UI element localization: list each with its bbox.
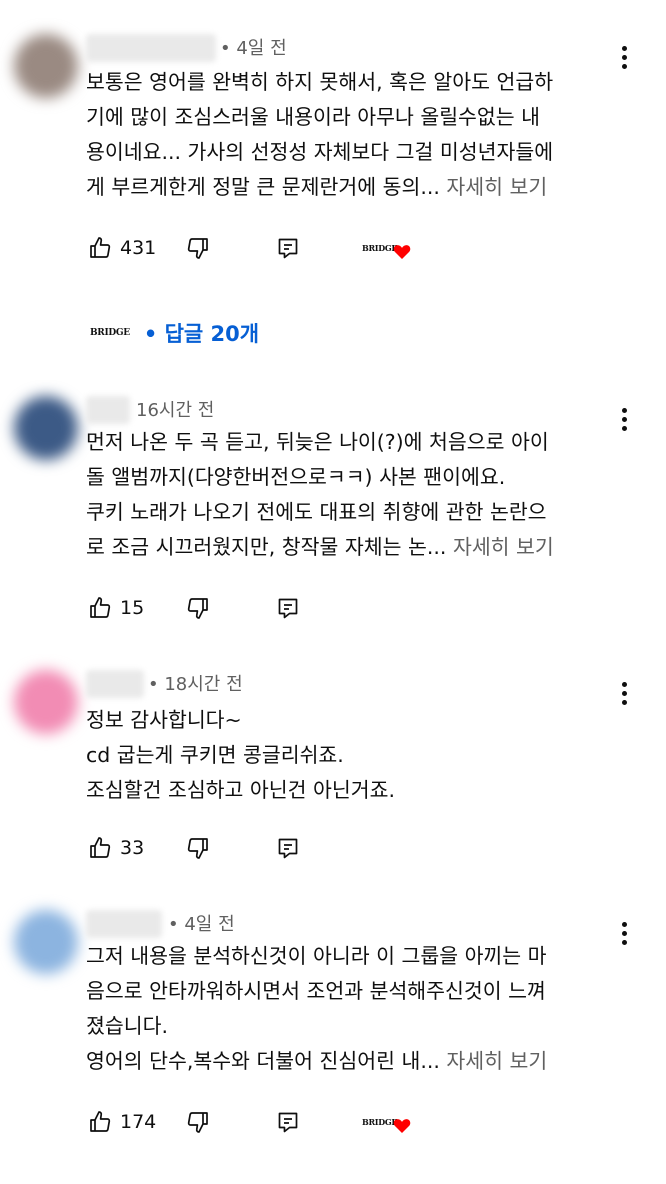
comment-time: • 18시간 전 [148,674,243,695]
dislike-button[interactable] [186,832,210,864]
creator-heart: BRIDGE [362,1106,411,1138]
like-button[interactable]: 174 [88,1106,156,1138]
comment-time: • 4일 전 [220,38,287,59]
view-replies-button[interactable]: BRIDGE • 답글 20개 [90,318,259,348]
read-more-link[interactable]: 자세히 보기 [453,535,554,559]
comment-line: 게 부르게한게 정말 큰 문제란거에 동의... [86,175,440,199]
like-count: 33 [120,837,145,859]
comment-line: 돌 앨범까지(다양한버전으로ㅋㅋ) 사본 팬이에요. [86,465,506,489]
comment-line: 영어의 단수,복수와 더불어 진심어린 내... [86,1049,440,1073]
comment-line: 졌습니다. [86,1014,168,1038]
avatar[interactable] [14,670,78,734]
comment-line: 먼저 나온 두 곡 듣고, 뒤늦은 나이(?)에 처음으로 아이 [86,430,549,454]
author-name-blurred[interactable] [86,34,216,62]
like-count: 15 [120,597,145,619]
heart-icon [393,1118,411,1133]
heart-icon [393,244,411,259]
thumb-down-icon [187,598,208,619]
comment-line: 로 조금 시끄러웠지만, 창작물 자체는 논... [86,535,447,559]
like-count: 431 [120,237,157,259]
like-button[interactable]: 33 [88,832,144,864]
avatar[interactable] [14,910,78,974]
comment-line: 음으로 안타까워하시면서 조언과 분석해주신것이 느껴 [86,979,546,1003]
comment-actions: 15 [86,592,486,624]
reply-comment-icon [278,598,298,619]
replies-label: • 답글 20개 [143,322,260,346]
read-more-link[interactable]: 자세히 보기 [446,1049,547,1073]
dislike-button[interactable] [186,1106,210,1138]
thumb-up-icon [90,837,111,858]
reply-button[interactable] [276,1106,300,1138]
comment-actions: 33 [86,832,486,864]
reply-button[interactable] [276,592,300,624]
comment-line: 쿠키 노래가 나오기 전에도 대표의 취향에 관한 논란으 [86,500,547,524]
comment-line: 용이네요... 가사의 선정성 자체보다 그걸 미성년자들에 [86,140,554,164]
read-more-link[interactable]: 자세히 보기 [446,175,547,199]
thumb-down-icon [187,238,208,259]
comment-text: 정보 감사합니다~ cd 굽는게 쿠키면 콩글리쉬죠. 조심할건 조심하고 아닌… [86,703,626,808]
dislike-button[interactable] [186,592,210,624]
comment-line: 기에 많이 조심스러울 내용이라 아무나 올릴수없는 내 [86,105,541,129]
channel-logo: BRIDGE [362,242,398,253]
author-name-blurred[interactable] [86,396,130,424]
comment-actions: 431 BRIDGE [86,232,486,264]
thumb-down-icon [187,1112,208,1133]
author-name-blurred[interactable] [86,670,144,698]
comment-line: 보통은 영어를 완벽히 하지 못해서, 혹은 알아도 언급하 [86,70,554,94]
creator-heart: BRIDGE [362,232,411,264]
reply-comment-icon [278,238,298,259]
thumb-up-icon [90,597,111,618]
comment-actions: 174 BRIDGE [86,1106,486,1138]
thumb-down-icon [187,838,208,859]
reply-button[interactable] [276,832,300,864]
like-button[interactable]: 431 [88,232,156,264]
comment-line: 정보 감사합니다~ [86,708,242,732]
dislike-button[interactable] [186,232,210,264]
thumb-up-icon [90,1111,111,1132]
comment-text: 보통은 영어를 완벽히 하지 못해서, 혹은 알아도 언급하 기에 많이 조심스… [86,65,626,205]
author-name-blurred[interactable] [86,910,162,938]
avatar[interactable] [14,396,78,460]
comment-line: cd 굽는게 쿠키면 콩글리쉬죠. [86,743,344,767]
reply-comment-icon [278,1112,298,1133]
reply-button[interactable] [276,232,300,264]
avatar[interactable] [14,34,78,98]
comment-text: 먼저 나온 두 곡 듣고, 뒤늦은 나이(?)에 처음으로 아이 돌 앨범까지(… [86,425,626,565]
thumb-up-icon [90,237,111,258]
channel-logo: BRIDGE [90,327,130,338]
like-button[interactable]: 15 [88,592,144,624]
comment-line: 조심할건 조심하고 아닌건 아닌거죠. [86,778,395,802]
comment-time: 16시간 전 [136,400,215,421]
comment-time: • 4일 전 [168,914,235,935]
reply-comment-icon [278,838,298,859]
channel-logo: BRIDGE [362,1116,398,1127]
comment-text: 그저 내용을 분석하신것이 아니라 이 그룹을 아끼는 마 음으로 안타까워하시… [86,939,626,1079]
comment-line: 그저 내용을 분석하신것이 아니라 이 그룹을 아끼는 마 [86,944,547,968]
like-count: 174 [120,1111,157,1133]
